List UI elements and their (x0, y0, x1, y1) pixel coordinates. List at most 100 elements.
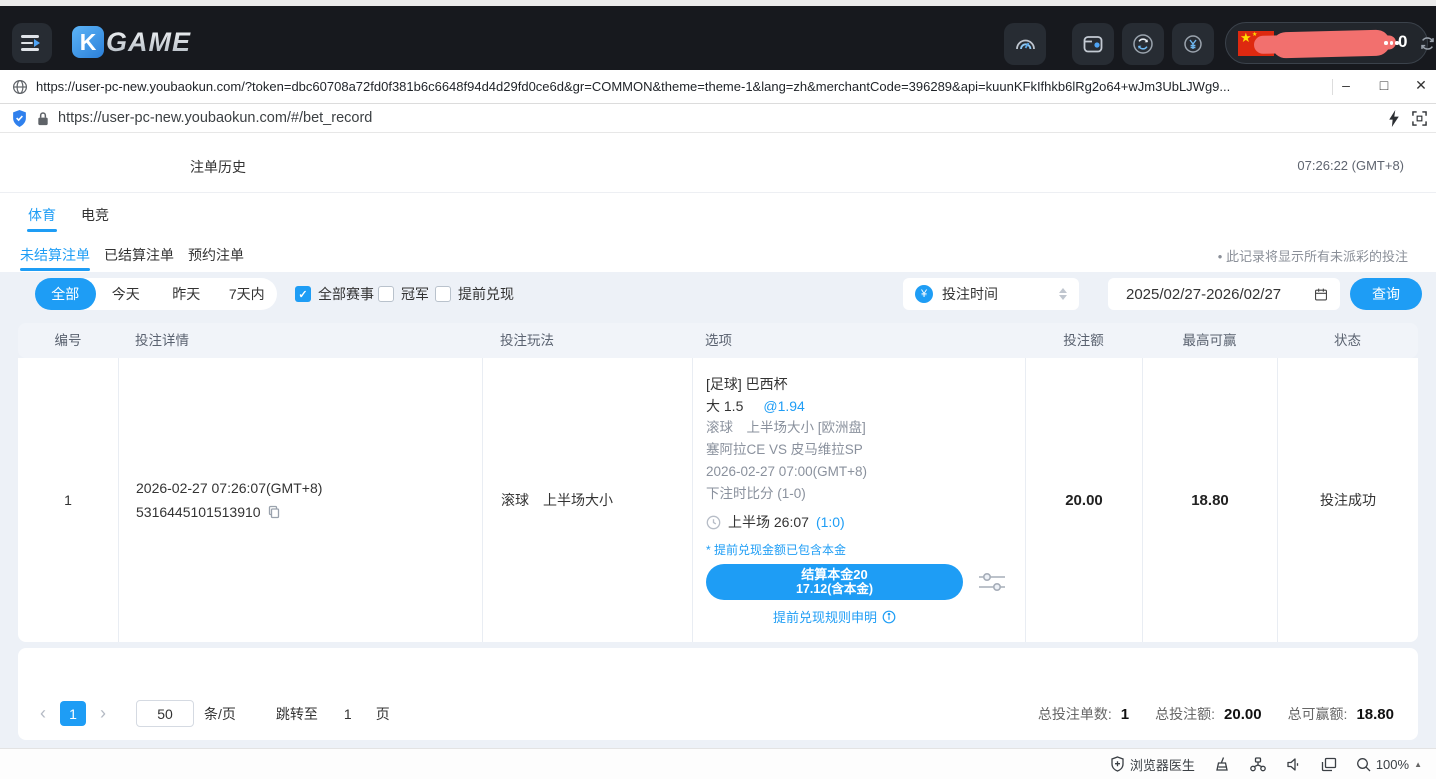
live-support-button[interactable] (1004, 23, 1046, 65)
total-stake-label: 总投注额: (1155, 704, 1215, 724)
sort-by-select[interactable]: ¥ 投注时间 (903, 278, 1079, 310)
live-period: 上半场 26:07 (728, 511, 809, 533)
hamburger-icon (21, 35, 39, 38)
checkbox-cashout[interactable]: 提前兑现 (435, 278, 514, 310)
menu-toggle-button[interactable] (12, 23, 52, 63)
currency-icon (1181, 32, 1205, 56)
total-win-label: 总可赢额: (1288, 704, 1348, 724)
browser-doctor-button[interactable]: 浏览器医生 (1110, 755, 1195, 774)
zoom-control[interactable]: 100% ▲ (1356, 757, 1422, 772)
refresh-wallet-button[interactable] (1122, 23, 1164, 65)
tab-sports[interactable]: 体育 (28, 205, 56, 225)
pagination: ‹ 1 › 条/页 跳转至 1 页 (32, 700, 390, 727)
option-match: 塞阿拉CE VS 皮马维拉SP (706, 439, 1015, 461)
refresh-circle-icon (1131, 32, 1155, 56)
status-badge: 投注成功 (1320, 490, 1376, 510)
header-play: 投注玩法 (482, 323, 692, 358)
sort-arrows-icon (1059, 288, 1067, 300)
subtab-settled[interactable]: 已结算注单 (104, 245, 174, 265)
copy-icon[interactable] (267, 505, 281, 519)
search-button[interactable]: 查询 (1350, 278, 1422, 310)
app-topbar: K GAME ★ ★ 0 (0, 6, 1436, 70)
divider (0, 192, 1436, 193)
bet-id: 5316445101513910 (136, 502, 261, 522)
option-league: [足球] 巴西杯 (706, 373, 1015, 395)
record-note: • 此记录将显示所有未派彩的投注 (1218, 246, 1408, 265)
info-icon[interactable] (882, 610, 896, 624)
minimize-button[interactable]: – (1331, 77, 1361, 93)
page-clock: 07:26:22 (GMT+8) (1297, 158, 1404, 173)
cell-play: 滚球 上半场大小 (482, 358, 692, 642)
sort-by-value: 投注时间 (942, 284, 1050, 304)
broom-icon (1214, 756, 1230, 772)
total-win-value: 18.80 (1356, 706, 1394, 723)
live-score[interactable]: (1:0) (816, 511, 845, 533)
clock-icon (706, 515, 721, 530)
globe-icon (12, 79, 28, 95)
page-size-input[interactable] (136, 700, 194, 727)
cashout-rule-link[interactable]: 提前兑现规则申明 (706, 607, 963, 626)
date-range-input[interactable] (1126, 286, 1314, 303)
cashout-sliders-icon[interactable] (977, 570, 1007, 594)
maximize-button[interactable]: □ (1369, 77, 1399, 93)
lightning-icon[interactable] (1388, 110, 1400, 127)
next-page-button[interactable]: › (92, 703, 114, 724)
subtab-unsettled[interactable]: 未结算注单 (20, 245, 90, 265)
yen-badge-icon: ¥ (915, 285, 933, 303)
header-no: 编号 (18, 323, 118, 358)
checkbox-unchecked-icon (435, 286, 451, 302)
record-note-text: 此记录将显示所有未派彩的投注 (1226, 249, 1408, 264)
speaker-icon (1286, 757, 1302, 772)
account-pill[interactable]: ★ ★ 0 (1225, 22, 1428, 64)
cell-maxwin: 18.80 (1142, 358, 1277, 642)
cell-stake: 20.00 (1025, 358, 1142, 642)
redacted-username (1272, 29, 1391, 58)
date-range-picker[interactable] (1108, 278, 1340, 310)
wallet-button[interactable] (1072, 23, 1114, 65)
date-quick-filter: 全部 今天 昨天 7天内 (35, 278, 277, 310)
lock-icon[interactable] (37, 111, 49, 126)
mute-tab-button[interactable] (1286, 757, 1302, 772)
share-button[interactable] (1249, 757, 1267, 772)
filter-7days-button[interactable]: 7天内 (217, 278, 278, 310)
filter-today-button[interactable]: 今天 (96, 278, 157, 310)
magnifier-icon (1356, 757, 1371, 772)
cleaner-button[interactable] (1214, 756, 1230, 772)
footer-card: ‹ 1 › 条/页 跳转至 1 页 总投注单数: 1 总投注额: 20.00 总… (18, 648, 1418, 740)
logo-text: GAME (106, 27, 191, 58)
subtab-reserved[interactable]: 预约注单 (188, 245, 244, 265)
prev-page-button[interactable]: ‹ (32, 703, 54, 724)
filter-yesterday-button[interactable]: 昨天 (156, 278, 217, 310)
currency-exchange-button[interactable] (1172, 23, 1214, 65)
checkbox-all-events[interactable]: ✓ 全部赛事 (295, 278, 374, 310)
fullscreen-icon[interactable] (1412, 111, 1427, 126)
windows-icon (1321, 757, 1337, 772)
cell-status: 投注成功 (1277, 358, 1418, 642)
checkbox-champion[interactable]: 冠军 (378, 278, 429, 310)
current-page-button[interactable]: 1 (60, 701, 86, 726)
security-shield-icon[interactable] (12, 110, 27, 127)
option-start-time: 2026-02-27 07:00(GMT+8) (706, 461, 1015, 483)
jump-page-value[interactable]: 1 (344, 706, 352, 722)
cell-option: [足球] 巴西杯 大 1.5 @1.94 滚球 上半场大小 [欧洲盘] 塞阿拉C… (692, 358, 1025, 642)
option-pick: 大 1.5 (706, 395, 743, 417)
total-count-value: 1 (1121, 706, 1129, 723)
header-detail: 投注详情 (118, 323, 482, 358)
option-bet-score: 下注时比分 (1-0) (706, 483, 1015, 505)
calendar-icon (1314, 286, 1328, 303)
cascade-windows-button[interactable] (1321, 757, 1337, 772)
option-odds: @1.94 (763, 395, 804, 417)
total-count-label: 总投注单数: (1038, 704, 1112, 724)
wallet-icon (1081, 32, 1105, 56)
masked-dots (1384, 41, 1399, 45)
close-button[interactable]: ✕ (1406, 77, 1436, 94)
cashout-button[interactable]: 结算本金20 17.12(含本金) (706, 564, 963, 600)
cashout-note: * 提前兑现金额已包含本金 (706, 541, 1015, 558)
tab-esports[interactable]: 电竞 (81, 205, 109, 225)
balance-value: 0 (1398, 32, 1407, 52)
bullet-icon: • (1218, 249, 1223, 264)
kgame-logo[interactable]: K GAME (72, 26, 191, 58)
balance-refresh-icon[interactable] (1418, 34, 1436, 58)
address-url[interactable]: https://user-pc-new.youbaokun.com/#/bet_… (58, 110, 372, 126)
filter-all-button[interactable]: 全部 (35, 278, 96, 310)
